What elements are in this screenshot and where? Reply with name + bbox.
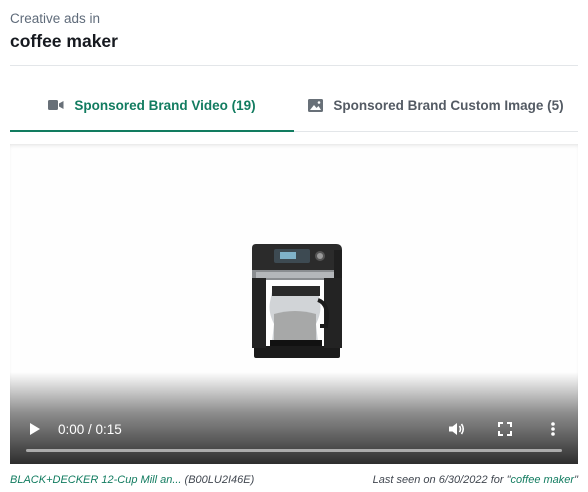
progress-bar[interactable]	[26, 449, 562, 452]
tab-sponsored-brand-video[interactable]: Sponsored Brand Video (19)	[10, 80, 294, 132]
keyword-link[interactable]: coffee maker	[511, 474, 575, 486]
play-button[interactable]	[24, 420, 46, 442]
tab-label: Sponsored Brand Custom Image (5)	[333, 98, 564, 113]
video-controls: 0:00 / 0:15	[10, 394, 578, 464]
fullscreen-icon	[498, 421, 512, 441]
image-icon	[308, 99, 324, 112]
time-display: 0:00 / 0:15	[58, 422, 122, 437]
page-header: Creative ads in coffee maker	[10, 10, 578, 53]
play-icon	[29, 422, 41, 441]
last-seen-prefix: Last seen on 6/30/2022 for "	[372, 474, 511, 486]
volume-icon	[448, 422, 466, 441]
ad-footer: BLACK+DECKER 12-Cup Mill an... (B00LU2I4…	[10, 472, 578, 488]
product-link[interactable]: BLACK+DECKER 12-Cup Mill an...	[10, 474, 181, 486]
creative-tabs: Sponsored Brand Video (19) Sponsored Bra…	[10, 80, 578, 132]
tab-label: Sponsored Brand Video (19)	[74, 97, 256, 113]
coffee-maker-image	[252, 244, 342, 358]
more-vertical-icon	[551, 421, 555, 441]
last-seen-suffix: "	[574, 474, 578, 486]
header-divider	[10, 65, 578, 66]
fullscreen-button[interactable]	[494, 420, 516, 442]
video-camera-icon	[48, 99, 64, 111]
page-subtitle: Creative ads in	[10, 11, 101, 26]
product-asin: (B00LU2I46E)	[184, 474, 255, 486]
page-title: coffee maker	[10, 31, 118, 51]
video-player[interactable]: 0:00 / 0:15	[10, 144, 578, 464]
last-seen-text: Last seen on 6/30/2022 for "coffee maker…	[373, 472, 578, 488]
tab-sponsored-brand-custom-image[interactable]: Sponsored Brand Custom Image (5)	[294, 80, 578, 132]
volume-button[interactable]	[446, 420, 468, 442]
more-options-button[interactable]	[542, 420, 564, 442]
